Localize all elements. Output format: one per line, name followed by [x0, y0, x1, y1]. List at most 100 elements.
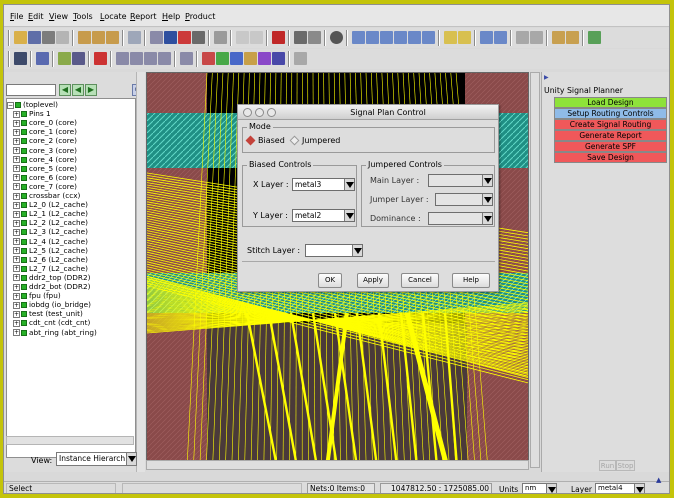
- route-net-icon[interactable]: [202, 52, 215, 65]
- menu-file[interactable]: File: [10, 12, 23, 21]
- via-icon[interactable]: [180, 52, 193, 65]
- cut-icon[interactable]: [192, 31, 205, 44]
- collapse-icon[interactable]: −: [7, 101, 14, 109]
- chevron-down-icon[interactable]: [482, 213, 492, 224]
- tree-item[interactable]: + core_7 (core): [13, 182, 77, 191]
- run-button[interactable]: Run: [599, 460, 616, 471]
- planner-button-4[interactable]: Generate SPF: [554, 141, 667, 152]
- expand-icon[interactable]: +: [13, 265, 20, 273]
- main-layer-select[interactable]: [428, 174, 493, 187]
- planner-button-3[interactable]: Generate Report: [554, 130, 667, 141]
- chevron-down-icon[interactable]: [482, 194, 492, 205]
- tree-item[interactable]: + test (test_unit): [13, 309, 83, 318]
- tree-item[interactable]: + L2_1 (L2_cache): [13, 209, 88, 218]
- copy-icon[interactable]: [214, 31, 227, 44]
- distribute-icon[interactable]: [530, 31, 543, 44]
- apply-button[interactable]: Apply: [357, 273, 389, 288]
- expand-icon[interactable]: +: [13, 110, 20, 118]
- zoom-out-icon[interactable]: [380, 31, 393, 44]
- wire-v-icon[interactable]: [130, 52, 143, 65]
- jumpered-radio[interactable]: [289, 135, 300, 146]
- route-icon[interactable]: [458, 31, 471, 44]
- undo-icon[interactable]: [236, 31, 249, 44]
- stop-icon[interactable]: [330, 31, 343, 44]
- menu-view[interactable]: View: [49, 12, 68, 21]
- expand-icon[interactable]: +: [13, 228, 20, 236]
- menu-help[interactable]: Help: [162, 12, 180, 21]
- tree-item[interactable]: + core_3 (core): [13, 146, 77, 155]
- tree-item[interactable]: + L2_5 (L2_cache): [13, 246, 88, 255]
- expand-icon[interactable]: +: [13, 247, 20, 255]
- route-bar-icon[interactable]: [272, 52, 285, 65]
- tree-item[interactable]: − (toplevel): [7, 100, 58, 109]
- chevron-down-icon[interactable]: [634, 484, 644, 493]
- menu-report[interactable]: Report: [130, 12, 157, 21]
- grid-icon[interactable]: [178, 31, 191, 44]
- units-select[interactable]: nm: [522, 483, 557, 493]
- zoom-in-icon[interactable]: [366, 31, 379, 44]
- tree-item[interactable]: + core_1 (core): [13, 127, 77, 136]
- edit-icon[interactable]: [36, 52, 49, 65]
- tree-item[interactable]: + crossbar (ccx): [13, 191, 80, 200]
- chevron-down-icon[interactable]: [352, 245, 362, 256]
- chevron-down-icon[interactable]: [546, 484, 556, 493]
- tree-item[interactable]: + core_0 (core): [13, 118, 77, 127]
- expand-icon[interactable]: +: [13, 147, 20, 154]
- route-grid-icon[interactable]: [258, 52, 271, 65]
- zoom-selected-icon[interactable]: [422, 31, 435, 44]
- expand-icon[interactable]: +: [13, 274, 20, 282]
- find-icon[interactable]: [480, 31, 493, 44]
- tree-item[interactable]: + fpu (fpu): [13, 291, 61, 300]
- layer-view-icon[interactable]: [588, 31, 601, 44]
- help-button[interactable]: Help: [452, 273, 490, 288]
- tree-item[interactable]: + L2_0 (L2_cache): [13, 200, 88, 209]
- add-wire-icon[interactable]: [94, 52, 107, 65]
- redo-icon[interactable]: [250, 31, 263, 44]
- expand-icon[interactable]: +: [13, 174, 20, 182]
- planner-button-0[interactable]: Load Design: [554, 97, 667, 108]
- tree-item[interactable]: + iobdg (io_bridge): [13, 300, 91, 309]
- chevron-down-icon[interactable]: [344, 179, 354, 190]
- expand-icon[interactable]: +: [13, 119, 20, 127]
- zoom-box-icon[interactable]: [408, 31, 421, 44]
- tree-item[interactable]: + L2_2 (L2_cache): [13, 218, 88, 227]
- wire-h-icon[interactable]: [116, 52, 129, 65]
- cancel-button[interactable]: Cancel: [401, 273, 439, 288]
- expand-icon[interactable]: +: [13, 238, 20, 245]
- wire-diag-icon[interactable]: [144, 52, 157, 65]
- tree-item[interactable]: + core_2 (core): [13, 136, 77, 145]
- tree-item[interactable]: + cdt_cnt (cdt_cnt): [13, 318, 90, 327]
- expand-icon[interactable]: +: [13, 283, 20, 291]
- expand-icon[interactable]: +: [13, 329, 20, 336]
- measure-angle-icon[interactable]: [566, 31, 579, 44]
- collapse-arrow-icon[interactable]: ▶: [544, 74, 549, 81]
- tree-item[interactable]: + abt_ring (abt_ring): [13, 328, 97, 337]
- tree-item[interactable]: + L2_3 (L2_cache): [13, 227, 88, 236]
- expand-icon[interactable]: +: [13, 192, 20, 200]
- menu-product[interactable]: Product: [185, 12, 215, 21]
- dialog-titlebar[interactable]: Signal Plan Control: [238, 105, 498, 120]
- stitch-layer-select[interactable]: [305, 244, 363, 257]
- view-select[interactable]: Instance Hierarch: [56, 452, 137, 466]
- wire-bend-icon[interactable]: [158, 52, 171, 65]
- tree-item[interactable]: + L2_7 (L2_cache): [13, 264, 88, 273]
- zoom-fit-icon[interactable]: [394, 31, 407, 44]
- tree-item[interactable]: + ddr2_top (DDR2): [13, 273, 90, 282]
- expand-icon[interactable]: [444, 31, 457, 44]
- ruler-icon[interactable]: [352, 31, 365, 44]
- biased-radio[interactable]: [245, 135, 256, 146]
- chevron-down-icon[interactable]: [344, 210, 354, 221]
- tree-item[interactable]: + L2_6 (L2_cache): [13, 255, 88, 264]
- save-icon[interactable]: [28, 31, 41, 44]
- tree-item[interactable]: + core_5 (core): [13, 164, 77, 173]
- expand-icon[interactable]: +: [13, 128, 20, 136]
- expand-icon[interactable]: +: [13, 156, 20, 164]
- select-icon[interactable]: [150, 31, 163, 44]
- document-icon[interactable]: [56, 31, 69, 44]
- planner-button-2[interactable]: Create Signal Routing: [554, 119, 667, 130]
- tree-item[interactable]: + ddr2_bot (DDR2): [13, 282, 90, 291]
- layer-remove-icon[interactable]: [106, 31, 119, 44]
- pin-icon[interactable]: [58, 52, 71, 65]
- ok-button[interactable]: OK: [318, 273, 342, 288]
- open-icon[interactable]: [14, 31, 27, 44]
